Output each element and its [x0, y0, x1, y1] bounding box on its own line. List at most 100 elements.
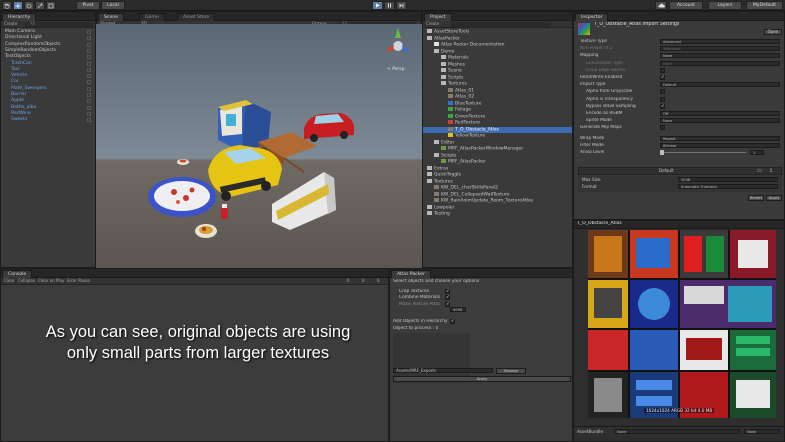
console-log-count[interactable]: 0	[347, 278, 350, 283]
step-button[interactable]	[396, 1, 407, 10]
slider-value[interactable]: 1	[750, 150, 764, 155]
visibility-toggle[interactable]	[87, 42, 91, 47]
export-path-field[interactable]: Assets/MRF_Exports	[393, 368, 493, 373]
visibility-toggle[interactable]	[87, 86, 91, 91]
visibility-toggle[interactable]	[87, 30, 91, 34]
hierarchy-search-input[interactable]: All	[25, 21, 93, 27]
project-search-input[interactable]	[451, 22, 551, 27]
project-create-button[interactable]: Create	[426, 21, 439, 26]
visibility-toggle[interactable]	[87, 105, 91, 110]
visibility-toggle[interactable]	[87, 93, 91, 97]
atlas-option-checkbox[interactable]: ✓	[445, 295, 450, 301]
pivot-toggle[interactable]: Pivot	[76, 1, 100, 10]
atlas-option-checkbox[interactable]: ✓	[445, 289, 450, 294]
hand-icon	[4, 3, 10, 9]
format-dropdown[interactable]: Automatic Truecolor	[678, 184, 778, 189]
small-plate-object[interactable]	[195, 224, 217, 238]
setting-checkbox[interactable]	[660, 125, 665, 131]
atlas-max-size-field[interactable]: 4096	[450, 307, 466, 312]
open-button[interactable]: Open	[764, 29, 782, 35]
setting-dropdown[interactable]: None	[660, 118, 780, 124]
slider-handle[interactable]	[660, 150, 664, 155]
project-item-label: Extras	[434, 166, 449, 171]
setting-label: Aniso Level	[580, 150, 605, 155]
setting-dropdown[interactable]: Off	[660, 111, 780, 116]
small-dish-object[interactable]	[177, 159, 189, 165]
cloud-button[interactable]	[655, 1, 667, 10]
apply-button[interactable]: Apply	[766, 195, 782, 201]
visibility-toggle[interactable]	[87, 61, 91, 66]
scale-tool-button[interactable]	[35, 1, 45, 10]
tab-asset-store[interactable]: Asset Store	[177, 13, 216, 21]
visibility-toggle[interactable]	[87, 55, 91, 60]
browse-button[interactable]: Browse	[496, 368, 526, 374]
atlas-apply-button[interactable]: Apply	[393, 376, 571, 382]
setting-dropdown[interactable]: Repeat	[660, 135, 780, 141]
bottle-object[interactable]	[221, 204, 228, 219]
console-clear-on-play-button[interactable]: Clear on Play	[38, 278, 64, 283]
setting-dropdown[interactable]: None	[660, 60, 780, 66]
setting-dropdown[interactable]: ToNearest	[660, 46, 780, 52]
download-icon[interactable]: ⇩	[769, 168, 773, 174]
account-dropdown[interactable]: Account	[669, 1, 703, 10]
barrier-object[interactable]	[272, 172, 336, 230]
scene-viewport[interactable]: < Persp	[96, 24, 422, 268]
project-item-label: Atlas_02	[455, 94, 475, 100]
visibility-toggle[interactable]	[87, 118, 91, 123]
visibility-toggle[interactable]	[87, 80, 91, 85]
tab-project[interactable]: Project	[424, 13, 452, 21]
assetbundle-variant-dropdown[interactable]: None	[744, 429, 780, 434]
tab-atlas-packer[interactable]: Atlas Packer	[391, 270, 431, 278]
setting-dropdown[interactable]: None	[660, 53, 780, 59]
layout-dropdown[interactable]: MyDefault	[746, 1, 783, 10]
setting-dropdown[interactable]: Bilinear	[660, 142, 780, 148]
project-folder[interactable]: Testing	[423, 211, 572, 218]
visibility-toggle[interactable]	[87, 67, 91, 72]
orientation-gizmo[interactable]	[386, 28, 410, 51]
tab-game[interactable]: Game	[139, 13, 165, 21]
revert-button[interactable]: Revert	[748, 195, 764, 201]
visibility-toggle[interactable]	[87, 74, 91, 79]
taxi-object[interactable]	[208, 145, 282, 201]
local-toggle[interactable]: Local	[101, 1, 125, 10]
hand-tool-button[interactable]	[2, 1, 12, 10]
tab-hierarchy[interactable]: Hierarchy	[2, 13, 37, 21]
tab-console[interactable]: Console	[2, 270, 33, 278]
setting-checkbox[interactable]	[660, 96, 665, 102]
setting-checkbox[interactable]	[660, 89, 665, 95]
red-car-object[interactable]	[304, 113, 354, 142]
console-collapse-button[interactable]: Collapse	[18, 278, 35, 283]
setting-dropdown[interactable]: Advanced	[660, 39, 780, 44]
console-warning-count[interactable]: 0	[362, 278, 365, 283]
setting-checkbox[interactable]: ✓	[660, 103, 665, 109]
layers-dropdown[interactable]: Layers	[708, 1, 742, 10]
console-error-count[interactable]: 0	[377, 278, 380, 283]
aniso-slider[interactable]: 1	[660, 150, 764, 155]
atlas-option-checkbox[interactable]: ✓	[445, 301, 450, 307]
rotate-tool-button[interactable]	[24, 1, 34, 10]
hierarchy-item[interactable]: Sweets	[11, 117, 27, 124]
rect-tool-button[interactable]	[46, 1, 56, 10]
visibility-toggle[interactable]	[87, 111, 91, 116]
pause-button[interactable]	[384, 1, 395, 10]
play-button[interactable]	[372, 1, 383, 10]
max-size-dropdown[interactable]: 2048	[678, 177, 778, 182]
hierarchy-create-button[interactable]: Create	[4, 21, 17, 26]
tab-scene[interactable]: Scene	[98, 13, 125, 21]
visibility-toggle[interactable]	[87, 99, 91, 104]
assetbundle-dropdown[interactable]: None	[614, 429, 740, 434]
setting-checkbox[interactable]: ✓	[660, 75, 665, 80]
add-objects-checkbox[interactable]: ✓	[450, 319, 455, 324]
visibility-toggle[interactable]	[87, 48, 91, 53]
visibility-toggle[interactable]	[87, 36, 91, 41]
monitor-icon[interactable]: ▭	[757, 168, 762, 174]
plate-object[interactable]	[148, 177, 216, 217]
console-error-pause-button[interactable]: Error Pause	[67, 278, 90, 283]
platform-default-tab[interactable]: Default	[659, 168, 674, 173]
move-tool-button[interactable]	[13, 1, 23, 10]
setting-dropdown[interactable]: Default	[660, 82, 780, 88]
console-clear-button[interactable]: Clear	[4, 278, 14, 283]
setting-checkbox[interactable]	[660, 67, 665, 73]
project-item-label: BlueTexture	[455, 101, 482, 106]
tab-inspector[interactable]: Inspector	[575, 13, 609, 21]
